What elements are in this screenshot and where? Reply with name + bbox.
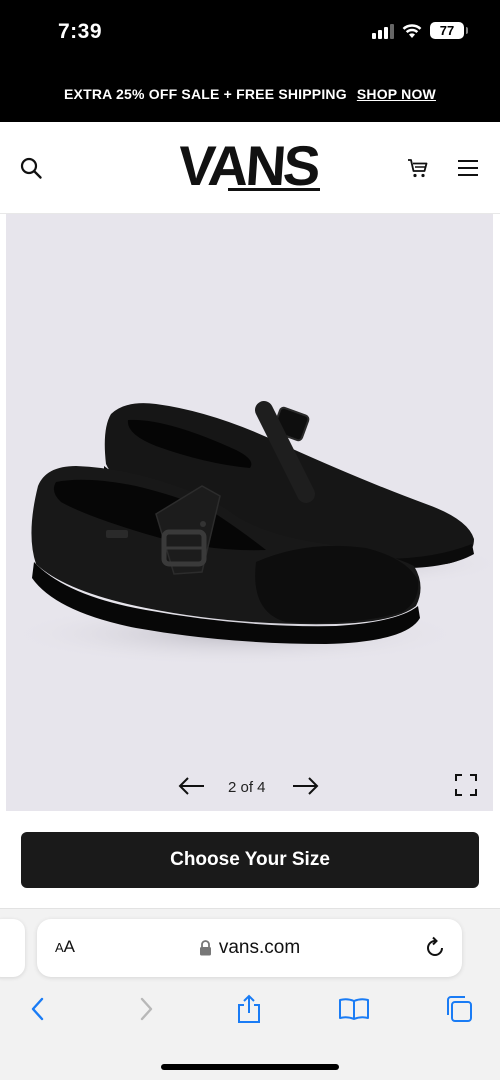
wifi-icon — [402, 23, 422, 38]
menu-icon[interactable] — [454, 154, 482, 182]
home-indicator — [161, 1064, 339, 1070]
vans-logo[interactable]: VANS — [170, 136, 330, 200]
status-time: 7:39 — [58, 20, 103, 43]
fullscreen-expand-icon[interactable] — [455, 774, 477, 796]
previous-image-arrow-icon[interactable] — [177, 773, 207, 799]
url-text: vans.com — [218, 937, 301, 958]
cart-icon[interactable] — [404, 154, 432, 182]
choose-your-size-button[interactable]: Choose Your Size — [21, 832, 479, 888]
search-icon[interactable] — [17, 154, 45, 182]
site-header: VANS — [0, 122, 500, 214]
cellular-signal-icon — [372, 23, 394, 39]
gallery-navigation: 2 of 4 — [6, 769, 493, 805]
battery-icon: 77 — [430, 22, 468, 39]
previous-tab-edge[interactable] — [0, 919, 25, 977]
promo-banner: EXTRA 25% OFF SALE + FREE SHIPPING SHOP … — [0, 66, 500, 122]
promo-text: EXTRA 25% OFF SALE + FREE SHIPPING — [64, 86, 347, 102]
reload-icon[interactable] — [422, 935, 448, 961]
next-image-arrow-icon[interactable] — [290, 773, 320, 799]
shop-now-link[interactable]: SHOP NOW — [357, 86, 436, 102]
share-icon[interactable] — [233, 993, 265, 1025]
page: 7:39 77 EXTRA 25% OFF SALE + FREE SHIPPI… — [0, 0, 500, 1080]
forward-icon[interactable] — [130, 993, 162, 1025]
image-counter: 2 of 4 — [228, 779, 266, 796]
browser-toolbar — [0, 989, 500, 1029]
status-icons: 77 — [372, 22, 468, 39]
tabs-icon[interactable] — [443, 993, 475, 1025]
address-bar[interactable]: AA vans.com — [37, 919, 462, 977]
url-display[interactable]: vans.com — [37, 937, 462, 959]
product-image — [6, 401, 493, 666]
back-icon[interactable] — [22, 993, 54, 1025]
product-image-gallery[interactable]: 2 of 4 — [6, 214, 493, 811]
bookmarks-icon[interactable] — [338, 993, 370, 1025]
lock-icon — [199, 940, 211, 956]
browser-chrome: AA vans.com — [0, 908, 500, 1080]
svg-text:VANS: VANS — [176, 136, 321, 197]
status-bar: 7:39 77 — [0, 0, 500, 66]
